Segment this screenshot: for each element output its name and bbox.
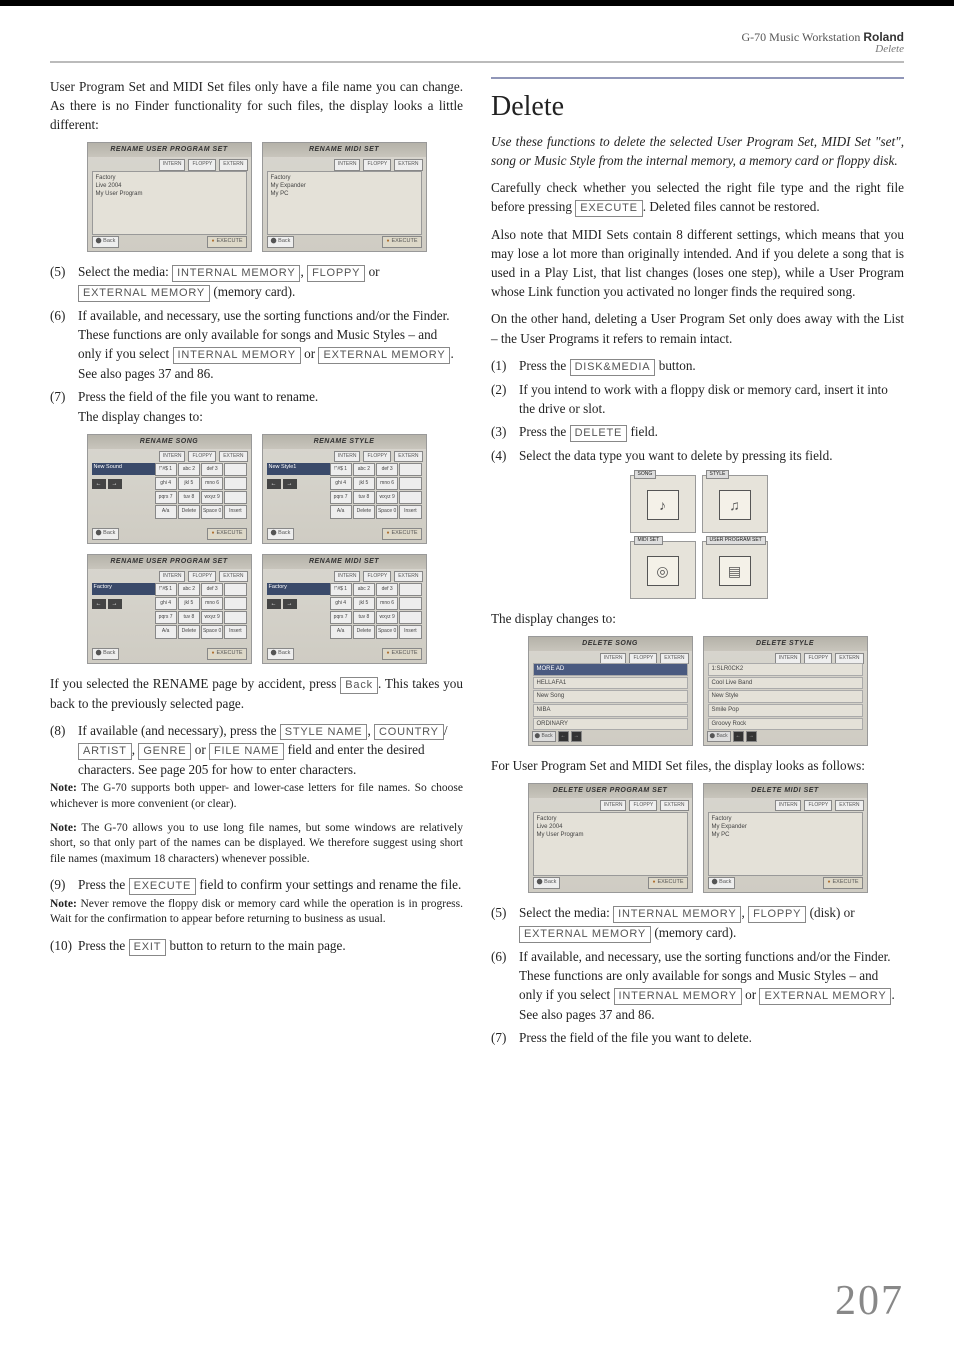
left-note-2: Note: The G-70 allows you to use long fi…	[50, 821, 463, 868]
right-intro: Use these functions to delete the select…	[491, 132, 904, 170]
page-number: 207	[835, 1277, 904, 1325]
right-step-3: (3)Press the DELETE field.	[491, 422, 904, 442]
product-name: G-70 Music Workstation	[742, 30, 861, 44]
shot-delete-song: DELETE SONG INTERNFLOPPYEXTERN MORE AD H…	[528, 636, 693, 746]
left-step-8: (8) If available (and necessary), press …	[50, 721, 463, 780]
left-intro: User Program Set and MIDI Set files only…	[50, 77, 463, 134]
left-step-5: (5) Select the media: INTERNAL MEMORY, F…	[50, 262, 463, 302]
btn-delete: DELETE	[570, 425, 628, 442]
btn-floppy: FLOPPY	[307, 265, 365, 282]
right-step-4: (4)Select the data type you want to dele…	[491, 446, 904, 465]
left-step-6: (6) If available, and necessary, use the…	[50, 306, 463, 383]
shot-rename-ups-kb: RENAME USER PROGRAM SET INTERNFLOPPYEXTE…	[87, 554, 252, 664]
btn-back: Back	[340, 677, 378, 694]
icon-style: STYLE♫	[702, 475, 768, 533]
right-step-7: (7) Press the field of the file you want…	[491, 1028, 904, 1047]
btn-execute: EXECUTE	[129, 878, 197, 895]
icon-midiset: MIDI SET◎	[630, 541, 696, 599]
icon-ups: USER PROGRAM SET▤	[702, 541, 768, 599]
right-p2: Also note that MIDI Sets contain 8 diffe…	[491, 225, 904, 302]
type-icon-grid: SONG♪ STYLE♫ MIDI SET◎ USER PROGRAM SET▤	[491, 475, 904, 599]
left-step-9: (9) Press the EXECUTE field to confirm y…	[50, 875, 463, 895]
btn-exit: EXIT	[129, 939, 167, 956]
right-column: Delete Use these functions to delete the…	[491, 77, 904, 1049]
icon-song: SONG♪	[630, 475, 696, 533]
shot-rename-ups: RENAME USER PROGRAM SET INTERNFLOPPYEXTE…	[87, 142, 252, 252]
shot-delete-ups: DELETE USER PROGRAM SET INTERNFLOPPYEXTE…	[528, 783, 693, 893]
brand: Roland	[863, 30, 904, 44]
right-after-icons: The display changes to:	[491, 609, 904, 628]
shot-rename-style: RENAME STYLE INTERNFLOPPYEXTERN New Styl…	[262, 434, 427, 544]
left-after-shots: If you selected the RENAME page by accid…	[50, 674, 463, 713]
right-p4: For User Program Set and MIDI Set files,…	[491, 756, 904, 775]
left-step-10: (10) Press the EXIT button to return to …	[50, 936, 463, 956]
left-step-7: (7) Press the field of the file you want…	[50, 387, 463, 425]
left-note-1: Note: The G-70 supports both upper- and …	[50, 781, 463, 812]
btn-disk-media: DISK&MEDIA	[570, 359, 656, 376]
right-p3: On the other hand, deleting a User Progr…	[491, 309, 904, 347]
section-title: Delete	[491, 87, 904, 128]
shot-delete-midiset: DELETE MIDI SET INTERNFLOPPYEXTERN Facto…	[703, 783, 868, 893]
shot-rename-song: RENAME SONG INTERNFLOPPYEXTERN New Sound…	[87, 434, 252, 544]
btn-internal-memory: INTERNAL MEMORY	[172, 265, 300, 282]
page-header: G-70 Music Workstation Roland Delete	[50, 30, 904, 55]
left-note-3: Note: Never remove the floppy disk or me…	[50, 897, 463, 928]
right-step-1: (1)Press the DISK&MEDIA button.	[491, 356, 904, 376]
shot-rename-midiset: RENAME MIDI SET INTERNFLOPPYEXTERN Facto…	[262, 142, 427, 252]
right-step-5: (5) Select the media: INTERNAL MEMORY, F…	[491, 903, 904, 943]
right-p1: Carefully check whether you selected the…	[491, 178, 904, 217]
right-step-2: (2)If you intend to work with a floppy d…	[491, 380, 904, 418]
btn-external-memory: EXTERNAL MEMORY	[78, 285, 210, 302]
shot-delete-style: DELETE STYLE INTERNFLOPPYEXTERN 1:SLR0CK…	[703, 636, 868, 746]
right-step-6: (6) If available, and necessary, use the…	[491, 947, 904, 1024]
left-column: User Program Set and MIDI Set files only…	[50, 77, 463, 1049]
shot-rename-midiset-kb: RENAME MIDI SET INTERNFLOPPYEXTERN Facto…	[262, 554, 427, 664]
